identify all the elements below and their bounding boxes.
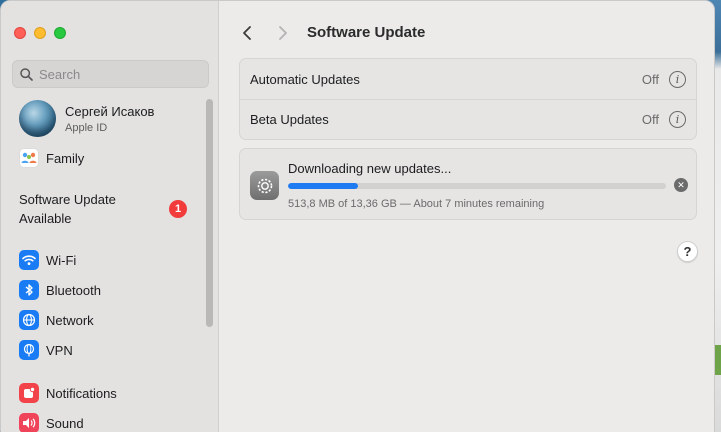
help-label: ? xyxy=(683,244,692,259)
family-icon xyxy=(19,148,39,168)
forward-button[interactable] xyxy=(273,23,293,43)
minimize-button[interactable] xyxy=(34,27,46,39)
main-pane: Software Update Automatic Updates Off i … xyxy=(219,1,714,432)
zoom-button[interactable] xyxy=(54,27,66,39)
system-settings-window: Сергей Исаков Apple ID Family Software U… xyxy=(0,0,715,432)
close-button[interactable] xyxy=(14,27,26,39)
info-icon: i xyxy=(675,113,680,126)
download-progress-bar xyxy=(288,183,666,189)
sidebar-item-label: Bluetooth xyxy=(46,282,101,298)
update-settings-group: Automatic Updates Off i Beta Updates Off… xyxy=(239,58,697,140)
back-button[interactable] xyxy=(237,23,257,43)
sidebar-item-label: Network xyxy=(46,312,94,328)
sidebar-item-label: Sound xyxy=(46,415,84,431)
cancel-download-button[interactable]: ✕ xyxy=(674,178,688,192)
network-globe-icon xyxy=(19,310,39,330)
info-icon: i xyxy=(675,72,680,86)
account-subtitle: Apple ID xyxy=(65,121,108,134)
notifications-icon xyxy=(19,383,39,403)
search-field[interactable] xyxy=(12,60,209,88)
search-input[interactable] xyxy=(39,66,199,82)
sidebar-item-sound[interactable]: Sound xyxy=(19,413,84,432)
avatar xyxy=(19,100,56,137)
update-count-badge: 1 xyxy=(169,200,187,218)
wifi-icon xyxy=(19,250,39,270)
help-button[interactable]: ? xyxy=(677,241,698,262)
sidebar-item-label: VPN xyxy=(46,342,73,358)
vpn-globe-icon xyxy=(19,340,39,360)
automatic-updates-row: Automatic Updates Off i xyxy=(240,59,696,99)
sidebar-item-label: Wi-Fi xyxy=(46,252,77,268)
sidebar-item-network[interactable]: Network xyxy=(19,310,94,330)
sidebar-item-family[interactable]: Family xyxy=(19,148,84,168)
chevron-right-icon xyxy=(279,26,287,40)
sidebar-item-label: Notifications xyxy=(46,385,117,401)
sidebar-scrollbar[interactable] xyxy=(206,99,213,327)
sidebar-item-software-update-available[interactable]: Software Update Available xyxy=(19,190,159,228)
sidebar-item-label: Family xyxy=(46,150,85,166)
sound-icon xyxy=(19,413,39,432)
sidebar: Сергей Исаков Apple ID Family Software U… xyxy=(1,1,219,432)
automatic-updates-label: Automatic Updates xyxy=(250,71,360,87)
window-controls xyxy=(14,27,66,39)
sidebar-item-bluetooth[interactable]: Bluetooth xyxy=(19,280,101,300)
download-progress-fill xyxy=(288,183,358,189)
automatic-updates-info-button[interactable]: i xyxy=(669,70,686,88)
sidebar-item-wifi[interactable]: Wi-Fi xyxy=(19,250,76,270)
beta-updates-row: Beta Updates Off i xyxy=(240,99,696,139)
beta-updates-label: Beta Updates xyxy=(250,112,329,127)
software-update-gear-icon xyxy=(250,171,279,200)
apple-id-account[interactable]: Сергей Исаков Apple ID xyxy=(19,100,154,137)
beta-updates-value: Off xyxy=(641,112,659,127)
bluetooth-icon xyxy=(19,280,39,300)
automatic-updates-value: Off xyxy=(641,71,659,87)
sidebar-item-notifications[interactable]: Notifications xyxy=(19,383,117,403)
download-progress-panel: Downloading new updates... 513,8 MB of 1… xyxy=(239,148,697,220)
download-title: Downloading new updates... xyxy=(288,161,452,176)
page-title: Software Update xyxy=(307,24,426,41)
chevron-left-icon xyxy=(243,26,251,40)
sidebar-item-vpn[interactable]: VPN xyxy=(19,340,73,360)
search-icon xyxy=(20,67,33,81)
download-detail: 513,8 MB of 13,36 GB — About 7 minutes r… xyxy=(288,198,545,210)
account-name: Сергей Исаков xyxy=(65,103,155,119)
beta-updates-info-button[interactable]: i xyxy=(669,111,686,128)
close-icon: ✕ xyxy=(677,179,685,190)
